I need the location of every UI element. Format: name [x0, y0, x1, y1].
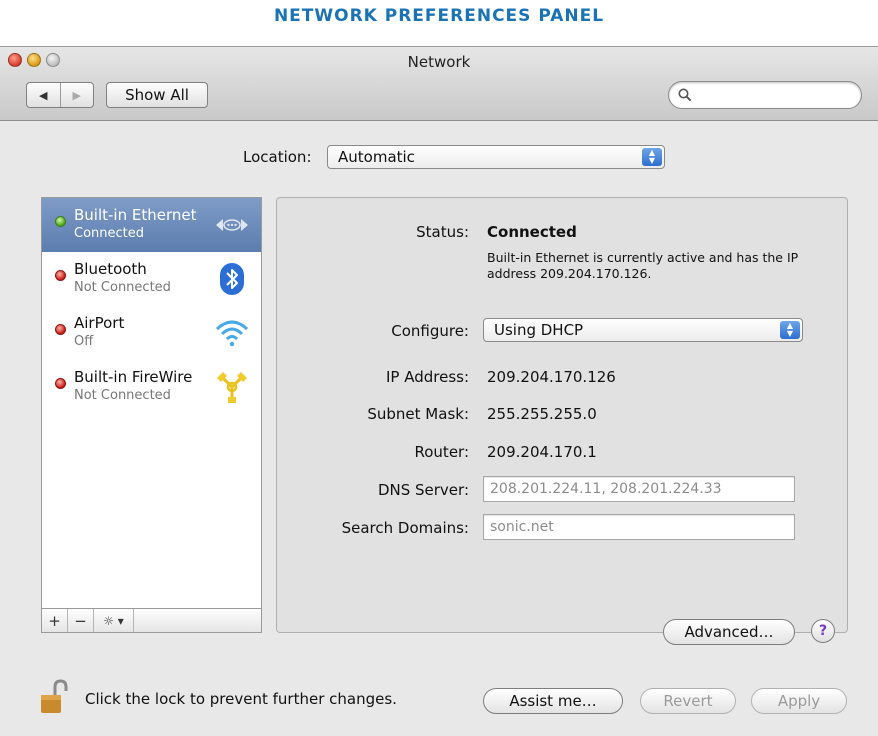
- status-description: Built-in Ethernet is currently active an…: [487, 250, 799, 281]
- wifi-icon: [215, 320, 249, 347]
- apply-button[interactable]: Apply: [751, 688, 847, 714]
- assist-me-button[interactable]: Assist me…: [483, 688, 623, 714]
- help-icon: ?: [818, 623, 828, 639]
- minus-icon: −: [74, 611, 87, 630]
- service-item-built-in-ethernet[interactable]: Built-in Ethernet Connected: [42, 198, 261, 252]
- window-title: Network: [407, 53, 471, 71]
- show-all-button[interactable]: Show All: [106, 82, 208, 108]
- service-item-bluetooth[interactable]: Bluetooth Not Connected: [42, 252, 261, 306]
- search-domains-label: Search Domains:: [341, 519, 469, 537]
- status-indicator-connected: [55, 216, 66, 227]
- gear-icon: ☼ ▾: [103, 613, 124, 628]
- service-status: Not Connected: [74, 388, 171, 403]
- service-status: Off: [74, 334, 94, 349]
- router-label: Router:: [414, 443, 470, 461]
- service-name: AirPort: [74, 314, 125, 332]
- lock-message: Click the lock to prevent further change…: [85, 690, 397, 708]
- forward-arrow-icon: ▶: [72, 88, 81, 102]
- forward-button[interactable]: ▶: [59, 83, 94, 107]
- configure-value: Using DHCP: [494, 321, 584, 339]
- remove-service-button[interactable]: −: [68, 609, 94, 632]
- service-item-airport[interactable]: AirPort Off: [42, 306, 261, 360]
- router-value: 209.204.170.1: [487, 443, 597, 461]
- ip-address-label: IP Address:: [385, 368, 469, 386]
- service-status: Connected: [74, 226, 145, 241]
- service-name: Built-in FireWire: [74, 368, 193, 386]
- location-popup[interactable]: Automatic ▲ ▼: [327, 145, 665, 169]
- back-button[interactable]: ◀: [27, 83, 60, 107]
- plus-icon: +: [48, 611, 61, 630]
- window-toolbar: Network ◀ ▶ Show All: [0, 47, 878, 121]
- popup-arrows-icon: ▲ ▼: [780, 321, 800, 339]
- back-forward-control: ◀ ▶: [26, 82, 94, 108]
- configure-popup[interactable]: Using DHCP ▲ ▼: [483, 318, 803, 342]
- firewire-icon: [217, 372, 247, 403]
- location-label: Location:: [243, 148, 312, 166]
- service-name: Bluetooth: [74, 260, 147, 278]
- back-arrow-icon: ◀: [39, 88, 48, 102]
- status-indicator-not-connected: [55, 270, 66, 281]
- service-list-controls: + − ☼ ▾: [41, 609, 262, 633]
- bluetooth-icon: [220, 263, 244, 295]
- help-button[interactable]: ?: [811, 619, 835, 643]
- revert-button[interactable]: Revert: [640, 688, 736, 714]
- service-item-built-in-firewire[interactable]: Built-in FireWire Not Connected: [42, 360, 261, 414]
- search-icon: [678, 88, 692, 102]
- ip-address-value: 209.204.170.126: [487, 368, 616, 386]
- location-value: Automatic: [338, 148, 415, 166]
- service-detail-panel: Status: Connected Built-in Ethernet is c…: [276, 197, 848, 633]
- advanced-button[interactable]: Advanced…: [663, 619, 795, 645]
- status-indicator-not-connected: [55, 324, 66, 335]
- service-name: Built-in Ethernet: [74, 206, 197, 224]
- action-menu-button[interactable]: ☼ ▾: [94, 609, 134, 632]
- search-field[interactable]: [668, 81, 862, 109]
- ethernet-icon: [216, 219, 248, 231]
- dns-server-label: DNS Server:: [377, 481, 469, 499]
- search-domains-field[interactable]: sonic.net: [483, 514, 795, 540]
- service-list: Built-in Ethernet Connected Bluetooth No…: [41, 197, 262, 609]
- status-indicator-not-connected: [55, 378, 66, 389]
- network-preferences-window: Network ◀ ▶ Show All Location: Automatic…: [0, 46, 878, 736]
- popup-arrows-icon: ▲ ▼: [642, 148, 662, 166]
- dns-server-field[interactable]: 208.201.224.11, 208.201.224.33: [483, 476, 795, 502]
- status-value: Connected: [487, 223, 577, 241]
- configure-label: Configure:: [391, 322, 469, 340]
- page-heading: NETWORK PREFERENCES PANEL: [273, 6, 605, 26]
- subnet-mask-label: Subnet Mask:: [367, 405, 469, 423]
- service-status: Not Connected: [74, 280, 171, 295]
- add-service-button[interactable]: +: [42, 609, 68, 632]
- lock-icon[interactable]: [39, 679, 69, 715]
- subnet-mask-value: 255.255.255.0: [487, 405, 597, 423]
- status-label: Status:: [416, 223, 469, 241]
